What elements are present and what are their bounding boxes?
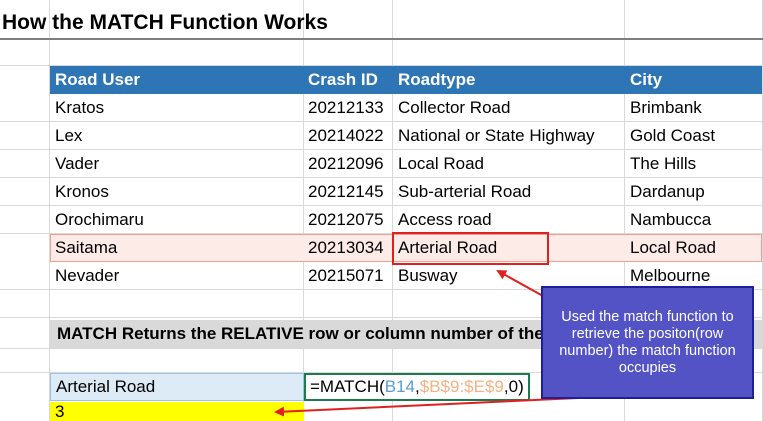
match-highlight-box xyxy=(392,232,549,265)
cell-city[interactable]: Gold Coast xyxy=(630,122,715,150)
sheet-title[interactable]: How the MATCH Function Works xyxy=(2,9,328,37)
cell-roadtype[interactable]: Local Road xyxy=(398,150,484,178)
table-row: Kratos 20212133 Collector Road Brimbank xyxy=(50,94,762,122)
header-crash-id[interactable]: Crash ID xyxy=(308,66,378,94)
cell-road-user[interactable]: Vader xyxy=(55,150,99,178)
cell-road-user[interactable]: Saitama xyxy=(55,234,117,262)
callout-text: Used the match function to retrieve the … xyxy=(559,308,736,376)
cell-roadtype[interactable]: Collector Road xyxy=(398,94,510,122)
cell-crash-id[interactable]: 20214022 xyxy=(308,122,384,150)
cell-roadtype[interactable]: National or State Highway xyxy=(398,122,595,150)
header-road-user[interactable]: Road User xyxy=(55,66,140,94)
cell-roadtype[interactable]: Busway xyxy=(398,262,458,290)
cell-roadtype[interactable]: Access road xyxy=(398,206,492,234)
callout-note[interactable]: Used the match function to retrieve the … xyxy=(541,286,754,399)
formula-ref-range: $B$9:$E$9 xyxy=(419,377,504,396)
table-row: Lex 20214022 National or State Highway G… xyxy=(50,122,762,150)
formula-prefix: =MATCH( xyxy=(310,377,385,396)
header-city[interactable]: City xyxy=(630,66,662,94)
header-roadtype[interactable]: Roadtype xyxy=(398,66,475,94)
lookup-value-cell[interactable]: Arterial Road xyxy=(50,373,304,401)
cell-road-user[interactable]: Kronos xyxy=(55,178,109,206)
formula-suffix: ,0) xyxy=(503,377,524,396)
table-row: Kronos 20212145 Sub-arterial Road Dardan… xyxy=(50,178,762,206)
formula-ref-lookup: B14 xyxy=(384,377,416,396)
cell-city[interactable]: Local Road xyxy=(630,234,716,262)
title-underline xyxy=(0,38,763,40)
result-cell[interactable]: 3 xyxy=(50,402,304,421)
cell-city[interactable]: Dardanup xyxy=(630,178,705,206)
cell-city[interactable]: The Hills xyxy=(630,150,696,178)
cell-roadtype[interactable]: Sub-arterial Road xyxy=(398,178,531,206)
table-row: Orochimaru 20212075 Access road Nambucca xyxy=(50,206,762,234)
cell-crash-id[interactable]: 20213034 xyxy=(308,234,384,262)
cell-crash-id[interactable]: 20212075 xyxy=(308,206,384,234)
cell-road-user[interactable]: Orochimaru xyxy=(55,206,144,234)
cell-road-user[interactable]: Kratos xyxy=(55,94,104,122)
cell-road-user[interactable]: Nevader xyxy=(55,262,119,290)
table-row: Vader 20212096 Local Road The Hills xyxy=(50,150,762,178)
cell-crash-id[interactable]: 20212096 xyxy=(308,150,384,178)
cell-city[interactable]: Nambucca xyxy=(630,206,711,234)
cell-city[interactable]: Brimbank xyxy=(630,94,702,122)
formula-cell[interactable]: =MATCH(B14,$B$9:$E$9,0) xyxy=(304,373,530,401)
cell-road-user[interactable]: Lex xyxy=(55,122,82,150)
cell-crash-id[interactable]: 20212133 xyxy=(308,94,384,122)
table-header-row: Road User Crash ID Roadtype City xyxy=(50,66,762,94)
spreadsheet-sheet: How the MATCH Function Works Road User C… xyxy=(0,0,763,421)
cell-crash-id[interactable]: 20215071 xyxy=(308,262,384,290)
cell-crash-id[interactable]: 20212145 xyxy=(308,178,384,206)
